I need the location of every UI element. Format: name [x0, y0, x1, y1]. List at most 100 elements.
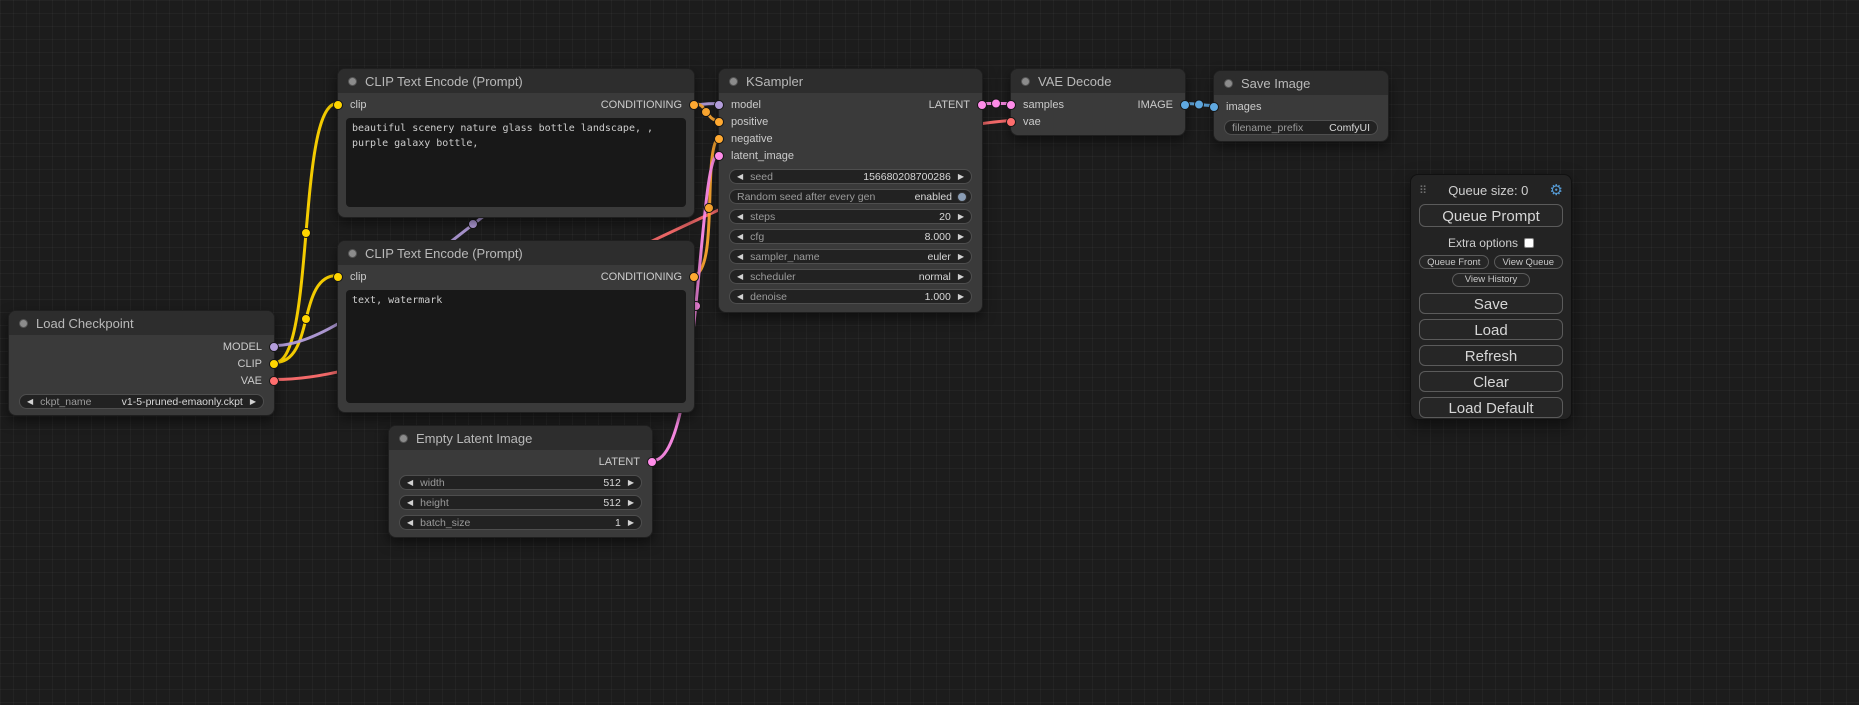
collapse-dot[interactable] [348, 77, 357, 86]
output-label: CONDITIONING [601, 99, 682, 111]
increment-icon[interactable]: ▶ [628, 499, 634, 507]
node-title-bar[interactable]: CLIP Text Encode (Prompt) [338, 69, 694, 93]
refresh-button[interactable]: Refresh [1419, 345, 1563, 366]
graph-canvas[interactable]: Load Checkpoint MODEL CLIP VAE ◀ ckpt_na… [0, 0, 1859, 705]
widget-scheduler[interactable]: ◀ scheduler normal ▶ [729, 269, 972, 284]
input-port-positive[interactable] [714, 117, 724, 127]
view-history-button[interactable]: View History [1452, 273, 1531, 287]
node-title-bar[interactable]: CLIP Text Encode (Prompt) [338, 241, 694, 265]
increment-icon[interactable]: ▶ [958, 213, 964, 221]
input-port-images[interactable] [1209, 102, 1219, 112]
widget-denoise[interactable]: ◀ denoise 1.000 ▶ [729, 289, 972, 304]
load-button[interactable]: Load [1419, 319, 1563, 340]
node-clip-text-encode-negative[interactable]: CLIP Text Encode (Prompt) clip CONDITION… [337, 240, 695, 413]
node-save-image[interactable]: Save Image images filename_prefix ComfyU… [1213, 70, 1389, 142]
decrement-icon[interactable]: ◀ [737, 213, 743, 221]
input-port-model[interactable] [714, 100, 724, 110]
prompt-textarea[interactable]: text, watermark [346, 290, 686, 403]
collapse-dot[interactable] [348, 249, 357, 258]
widget-batch-size[interactable]: ◀ batch_size 1 ▶ [399, 515, 642, 530]
widget-width[interactable]: ◀ width 512 ▶ [399, 475, 642, 490]
node-title-bar[interactable]: Save Image [1214, 71, 1388, 95]
output-port-clip[interactable] [269, 359, 279, 369]
drag-handle-icon[interactable]: ⠿ [1419, 184, 1427, 197]
input-port-negative[interactable] [714, 134, 724, 144]
widget-filename-prefix[interactable]: filename_prefix ComfyUI [1224, 120, 1378, 135]
widget-value: 156680208700286 [863, 171, 951, 183]
node-clip-text-encode-positive[interactable]: CLIP Text Encode (Prompt) clip CONDITION… [337, 68, 695, 218]
widget-sampler-name[interactable]: ◀ sampler_name euler ▶ [729, 249, 972, 264]
collapse-dot[interactable] [19, 319, 28, 328]
decrement-icon[interactable]: ◀ [737, 173, 743, 181]
increment-icon[interactable]: ▶ [958, 273, 964, 281]
output-row-clip: CLIP [9, 355, 274, 372]
widget-value: enabled [915, 191, 952, 203]
decrement-icon[interactable]: ◀ [407, 519, 413, 527]
widget-label: batch_size [420, 517, 470, 529]
widget-steps[interactable]: ◀ steps 20 ▶ [729, 209, 972, 224]
input-port-clip[interactable] [333, 272, 343, 282]
prompt-textarea[interactable]: beautiful scenery nature glass bottle la… [346, 118, 686, 207]
widget-label: denoise [750, 291, 787, 303]
increment-icon[interactable]: ▶ [250, 398, 256, 406]
input-port-samples[interactable] [1006, 100, 1016, 110]
collapse-dot[interactable] [1021, 77, 1030, 86]
toggle-dot[interactable] [957, 192, 967, 202]
widget-seed[interactable]: ◀ seed 156680208700286 ▶ [729, 169, 972, 184]
decrement-icon[interactable]: ◀ [27, 398, 33, 406]
io-row: clip CONDITIONING [338, 96, 694, 113]
input-port-latent-image[interactable] [714, 151, 724, 161]
widget-ckpt-name[interactable]: ◀ ckpt_name v1-5-pruned-emaonly.ckpt ▶ [19, 394, 264, 409]
output-port-image[interactable] [1180, 100, 1190, 110]
view-queue-button[interactable]: View Queue [1494, 255, 1564, 269]
input-row-images: images [1214, 98, 1388, 115]
output-port-vae[interactable] [269, 376, 279, 386]
decrement-icon[interactable]: ◀ [407, 499, 413, 507]
settings-gear-icon[interactable]: ⚙ [1550, 183, 1563, 198]
extra-options-label: Extra options [1448, 236, 1518, 250]
decrement-icon[interactable]: ◀ [737, 253, 743, 261]
extra-options-checkbox[interactable] [1524, 238, 1534, 248]
collapse-dot[interactable] [729, 77, 738, 86]
increment-icon[interactable]: ▶ [628, 479, 634, 487]
load-default-button[interactable]: Load Default [1419, 397, 1563, 418]
output-port-latent[interactable] [647, 457, 657, 467]
widget-height[interactable]: ◀ height 512 ▶ [399, 495, 642, 510]
node-title-bar[interactable]: Empty Latent Image [389, 426, 652, 450]
widget-cfg[interactable]: ◀ cfg 8.000 ▶ [729, 229, 972, 244]
node-ksampler[interactable]: KSampler model LATENT positive negative … [718, 68, 983, 313]
queue-front-button[interactable]: Queue Front [1419, 255, 1489, 269]
input-port-clip[interactable] [333, 100, 343, 110]
decrement-icon[interactable]: ◀ [737, 233, 743, 241]
decrement-icon[interactable]: ◀ [737, 273, 743, 281]
collapse-dot[interactable] [399, 434, 408, 443]
output-port-latent[interactable] [977, 100, 987, 110]
collapse-dot[interactable] [1224, 79, 1233, 88]
widget-label: steps [750, 211, 775, 223]
increment-icon[interactable]: ▶ [958, 293, 964, 301]
link-midpoint-dot [302, 229, 311, 238]
output-port-conditioning[interactable] [689, 100, 699, 110]
node-title-bar[interactable]: KSampler [719, 69, 982, 93]
node-load-checkpoint[interactable]: Load Checkpoint MODEL CLIP VAE ◀ ckpt_na… [8, 310, 275, 416]
node-title-bar[interactable]: Load Checkpoint [9, 311, 274, 335]
widget-random-seed-toggle[interactable]: Random seed after every gen enabled [729, 189, 972, 204]
clear-button[interactable]: Clear [1419, 371, 1563, 392]
queue-prompt-button[interactable]: Queue Prompt [1419, 204, 1563, 227]
increment-icon[interactable]: ▶ [958, 233, 964, 241]
node-vae-decode[interactable]: VAE Decode samples IMAGE vae [1010, 68, 1186, 136]
increment-icon[interactable]: ▶ [958, 173, 964, 181]
decrement-icon[interactable]: ◀ [407, 479, 413, 487]
output-port-conditioning[interactable] [689, 272, 699, 282]
increment-icon[interactable]: ▶ [958, 253, 964, 261]
input-label: samples [1023, 99, 1064, 111]
decrement-icon[interactable]: ◀ [737, 293, 743, 301]
node-title-bar[interactable]: VAE Decode [1011, 69, 1185, 93]
save-button[interactable]: Save [1419, 293, 1563, 314]
link-midpoint-dot [469, 220, 478, 229]
node-empty-latent-image[interactable]: Empty Latent Image LATENT ◀ width 512 ▶ … [388, 425, 653, 538]
output-port-model[interactable] [269, 342, 279, 352]
node-title: CLIP Text Encode (Prompt) [365, 74, 523, 89]
increment-icon[interactable]: ▶ [628, 519, 634, 527]
input-port-vae[interactable] [1006, 117, 1016, 127]
